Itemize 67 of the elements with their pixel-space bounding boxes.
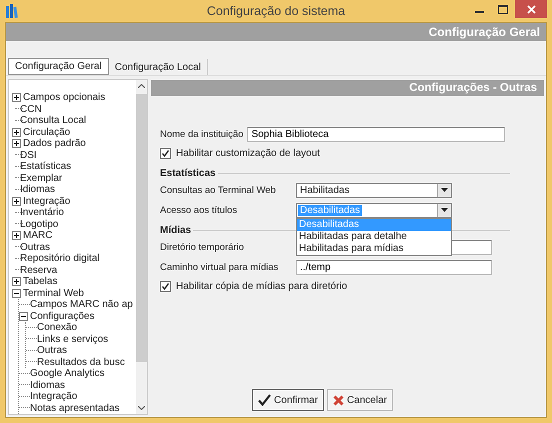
field-label: Caminho virtual para mídias (160, 262, 280, 272)
x-icon (332, 394, 344, 406)
window-title: Configuração do sistema (206, 4, 346, 18)
checkbox[interactable] (160, 148, 171, 159)
tree-item[interactable]: Tabelas (23, 276, 58, 288)
field-label: Diretório temporário (160, 242, 245, 252)
tree-item[interactable]: Integração (23, 196, 70, 207)
tree-item[interactable]: DSI (20, 150, 37, 161)
tree-item[interactable]: Reserva (20, 264, 58, 276)
tree-item[interactable]: Inventário (20, 207, 64, 218)
expand-icon[interactable] (12, 277, 21, 286)
tree-item[interactable]: Integração (30, 391, 78, 402)
tree-item[interactable]: Outras (37, 345, 68, 356)
tree-item[interactable]: Conexão (37, 322, 78, 334)
tree-item[interactable]: Estatísticas (20, 161, 72, 172)
tree-item[interactable]: MARC (23, 230, 52, 242)
tree-item[interactable]: Campos MARC não ap (30, 299, 133, 310)
checkmark-icon (258, 394, 272, 406)
tree-item[interactable]: Resultados da busc (37, 356, 125, 368)
collapse-icon[interactable] (19, 312, 28, 321)
close-button[interactable] (515, 0, 547, 18)
dropdown[interactable]: Habilitadas (296, 182, 452, 198)
expand-icon[interactable] (12, 93, 21, 102)
input-field[interactable]: Sophia Biblioteca (247, 126, 506, 142)
tree-item[interactable]: Outras (20, 242, 50, 253)
scrollbar[interactable] (136, 80, 147, 414)
cancel-button[interactable]: Cancelar (326, 389, 393, 411)
dropdown-option[interactable]: Habilitadas para detalhe (297, 230, 451, 242)
field-label: Consultas ao Terminal Web (160, 184, 277, 196)
expand-icon[interactable] (12, 231, 21, 240)
tree-item[interactable]: Notas apresentadas (30, 402, 120, 414)
tree-item[interactable]: Logotipo (20, 218, 58, 230)
dropdown-option[interactable]: Habilitadas para mídias (297, 242, 451, 254)
header-title: Configuração Geral (428, 25, 540, 39)
expand-icon[interactable] (12, 128, 21, 137)
maximize-icon[interactable] (498, 4, 508, 14)
group-heading: Mídias (160, 224, 192, 236)
tree-item[interactable]: Circulação (23, 126, 70, 138)
checkbox[interactable] (160, 281, 171, 292)
checkbox-label: Habilitar customização de layout (176, 148, 320, 159)
expand-icon[interactable] (12, 196, 21, 206)
expand-icon[interactable] (12, 139, 21, 148)
checkbox-label: Habilitar cópia de mídias para diretório (176, 281, 348, 292)
input-field[interactable]: ../temp (296, 260, 492, 274)
tree-item[interactable]: Repositório digital (20, 253, 100, 264)
tree-item[interactable]: Terminal Web (23, 288, 84, 299)
tree-item[interactable]: Campos opcionais (23, 92, 106, 104)
confirm-button[interactable]: Confirmar (252, 389, 324, 411)
close-icon[interactable] (526, 4, 536, 14)
group-heading: Estatísticas (160, 168, 216, 178)
tab[interactable]: Configuração Geral (8, 58, 109, 75)
tree-item[interactable]: Configurações (30, 310, 94, 322)
tree-item[interactable]: Idiomas (30, 380, 66, 391)
scroll-up-icon[interactable] (138, 84, 145, 88)
collapse-icon[interactable] (12, 288, 21, 298)
tree-item[interactable]: CCN (20, 104, 42, 115)
tree-item[interactable]: Consulta Local (20, 115, 86, 126)
field-label: Nome da instituição (160, 128, 244, 140)
tree-item[interactable]: Google Analytics (30, 368, 104, 380)
scroll-down-icon[interactable] (138, 406, 145, 410)
tree-item[interactable]: Exemplar (20, 172, 62, 184)
tree-item[interactable]: Idiomas (20, 184, 56, 196)
field-label: Acesso aos títulos (160, 204, 238, 216)
tree-item[interactable]: Links e serviços (37, 334, 108, 345)
tree-item[interactable]: Dados padrão (23, 138, 86, 150)
section-title: Configurações - Outras (409, 82, 537, 94)
books-icon (6, 4, 18, 18)
